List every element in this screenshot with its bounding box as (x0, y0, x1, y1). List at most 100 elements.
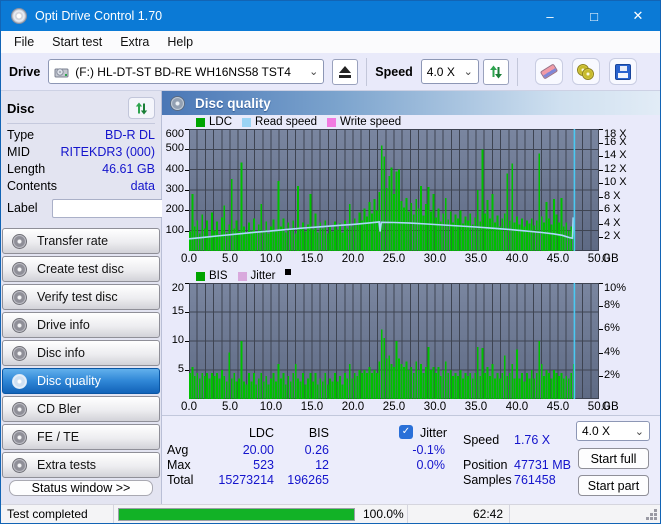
discs-icon (576, 63, 595, 80)
sidebar-item-label: FE / TE (37, 430, 80, 444)
tick-mark (185, 210, 189, 212)
stat-label-position: Position (463, 458, 508, 472)
toolbar-separator (366, 57, 368, 86)
disc-info-value: 46.61 GB (102, 162, 155, 176)
erase-disc-button[interactable] (534, 58, 563, 85)
drive-label: Drive (9, 64, 41, 79)
test-speed-select[interactable]: 4.0 X ⌄ (576, 421, 650, 441)
menu-extra[interactable]: Extra (111, 33, 158, 51)
menubar: File Start test Extra Help (1, 31, 660, 53)
right-axis-label: 10 X (604, 176, 627, 189)
right-axis-label: 4% (604, 345, 620, 358)
minimize-button[interactable]: – (528, 1, 572, 31)
start-part-button[interactable]: Start part (578, 475, 649, 496)
result-bis-value: 12 (315, 458, 329, 472)
chart1-x-axis: 0.0 5.0 10.0 15.0 20.0 25.0 30.0 35.0 40.0 45.0 50… (162, 251, 660, 269)
bis-column-header: BIS (308, 426, 329, 440)
tick-mark (599, 329, 603, 331)
eject-button[interactable] (332, 58, 359, 85)
result-bis-value: 0.26 (304, 443, 329, 457)
sidebar: Disc Type BD-R DL MID RITEKDR3 (000) Length 4… (1, 91, 236, 504)
statusbar: Test completed 100.0% 62:42 (1, 504, 660, 523)
chart-y-axis-right: 2% 4% 6% 8% 10% (599, 282, 635, 399)
tick-mark (599, 183, 603, 185)
disc-icon (12, 457, 27, 473)
result-jitter-value: -0.1% (412, 443, 445, 457)
tick-mark (185, 230, 189, 232)
tick-mark (599, 237, 603, 239)
x-axis-label: 5.0 (222, 401, 238, 413)
legend-label: Read speed (255, 116, 318, 128)
save-button[interactable] (608, 58, 637, 85)
legend-item-write-speed: Write speed (327, 116, 401, 128)
menu-help[interactable]: Help (158, 33, 202, 51)
disc-info-value: data (130, 179, 155, 193)
legend-item-bis: BIS (196, 270, 228, 282)
sidebar-item-fe-te[interactable]: FE / TE (2, 424, 160, 450)
disc-info-label: Contents (7, 179, 58, 193)
eject-icon (339, 65, 352, 78)
disc-info-row-type: Type BD-R DL (7, 127, 155, 144)
disc-info-label: Length (7, 162, 46, 176)
jitter-checkbox[interactable]: ✓ (399, 425, 413, 439)
x-axis-label: 10.0 (259, 253, 283, 265)
disc-info-row-length: Length 46.61 GB (7, 161, 155, 178)
disc-info-row-mid: MID RITEKDR3 (000) (7, 144, 155, 161)
sidebar-item-create-test-disc[interactable]: Create test disc (2, 256, 160, 282)
result-bis-value: 196265 (287, 473, 329, 487)
sidebar-item-drive-info[interactable]: Drive info (2, 312, 160, 338)
compare-discs-button[interactable] (571, 58, 600, 85)
disc-icon (12, 345, 27, 361)
ldc-swatch (196, 117, 205, 127)
chart2: 5 10 15 20 2% 4% 6% 8% 10% (162, 282, 660, 399)
sidebar-item-verify-test-disc[interactable]: Verify test disc (2, 284, 160, 310)
right-axis-label: 6 X (604, 203, 621, 216)
sidebar-item-label: Disc info (37, 346, 85, 360)
disc-icon (12, 233, 27, 249)
maximize-button[interactable]: □ (572, 1, 616, 31)
progress-fill (119, 508, 354, 520)
sidebar-item-extra-tests[interactable]: Extra tests (2, 452, 160, 478)
progress-cell (113, 505, 359, 523)
sidebar-item-transfer-rate[interactable]: Transfer rate (2, 228, 160, 254)
menu-file[interactable]: File (5, 33, 43, 51)
x-axis-unit: GB (602, 253, 619, 265)
x-axis-label: 30.0 (423, 401, 447, 413)
right-axis-label: 2% (604, 368, 620, 381)
x-axis-label: 20.0 (341, 253, 365, 265)
sidebar-item-label: Disc quality (37, 374, 101, 388)
eraser-icon (539, 63, 558, 80)
x-axis-label: 10.0 (259, 401, 283, 413)
sidebar-item-disc-quality[interactable]: Disc quality (2, 368, 160, 394)
drive-select[interactable]: (F:) HL-DT-ST BD-RE WH16NS58 TST4 ⌄ (48, 59, 325, 84)
jitter-marker-icon (285, 269, 292, 275)
x-axis-label: 25.0 (382, 253, 406, 265)
y-axis-label: 600 (165, 128, 184, 140)
jitter-swatch (237, 271, 247, 281)
x-axis-label: 35.0 (464, 401, 488, 413)
right-axis-label: 2 X (604, 230, 621, 243)
x-axis-label: 35.0 (464, 253, 488, 265)
result-row-label: Max (167, 458, 191, 472)
y-axis-label: 10 (171, 334, 184, 346)
stat-value-position: 47731 MB (514, 458, 571, 472)
tick-mark (185, 312, 189, 313)
tick-mark (599, 169, 603, 171)
sidebar-item-cd-bler[interactable]: CD Bler (2, 396, 160, 422)
x-axis-unit: GB (602, 401, 619, 413)
sidebar-item-disc-info[interactable]: Disc info (2, 340, 160, 366)
resize-grip[interactable] (654, 508, 657, 512)
refresh-button[interactable] (482, 58, 509, 85)
titlebar: Opti Drive Control 1.70 – □ ✕ (1, 1, 660, 31)
menu-start-test[interactable]: Start test (43, 33, 111, 51)
tick-mark (185, 169, 189, 171)
legend-item-jitter: Jitter (237, 270, 275, 282)
legend-item-read-speed: Read speed (242, 116, 317, 128)
y-axis-label: 500 (165, 142, 184, 155)
disc-refresh-button[interactable] (128, 97, 155, 119)
start-full-button[interactable]: Start full (578, 448, 649, 469)
speed-select[interactable]: 4.0 X ⌄ (420, 59, 479, 84)
status-window-button[interactable]: Status window >> (9, 480, 153, 496)
x-axis-label: 15.0 (300, 253, 324, 265)
close-button[interactable]: ✕ (616, 1, 660, 31)
